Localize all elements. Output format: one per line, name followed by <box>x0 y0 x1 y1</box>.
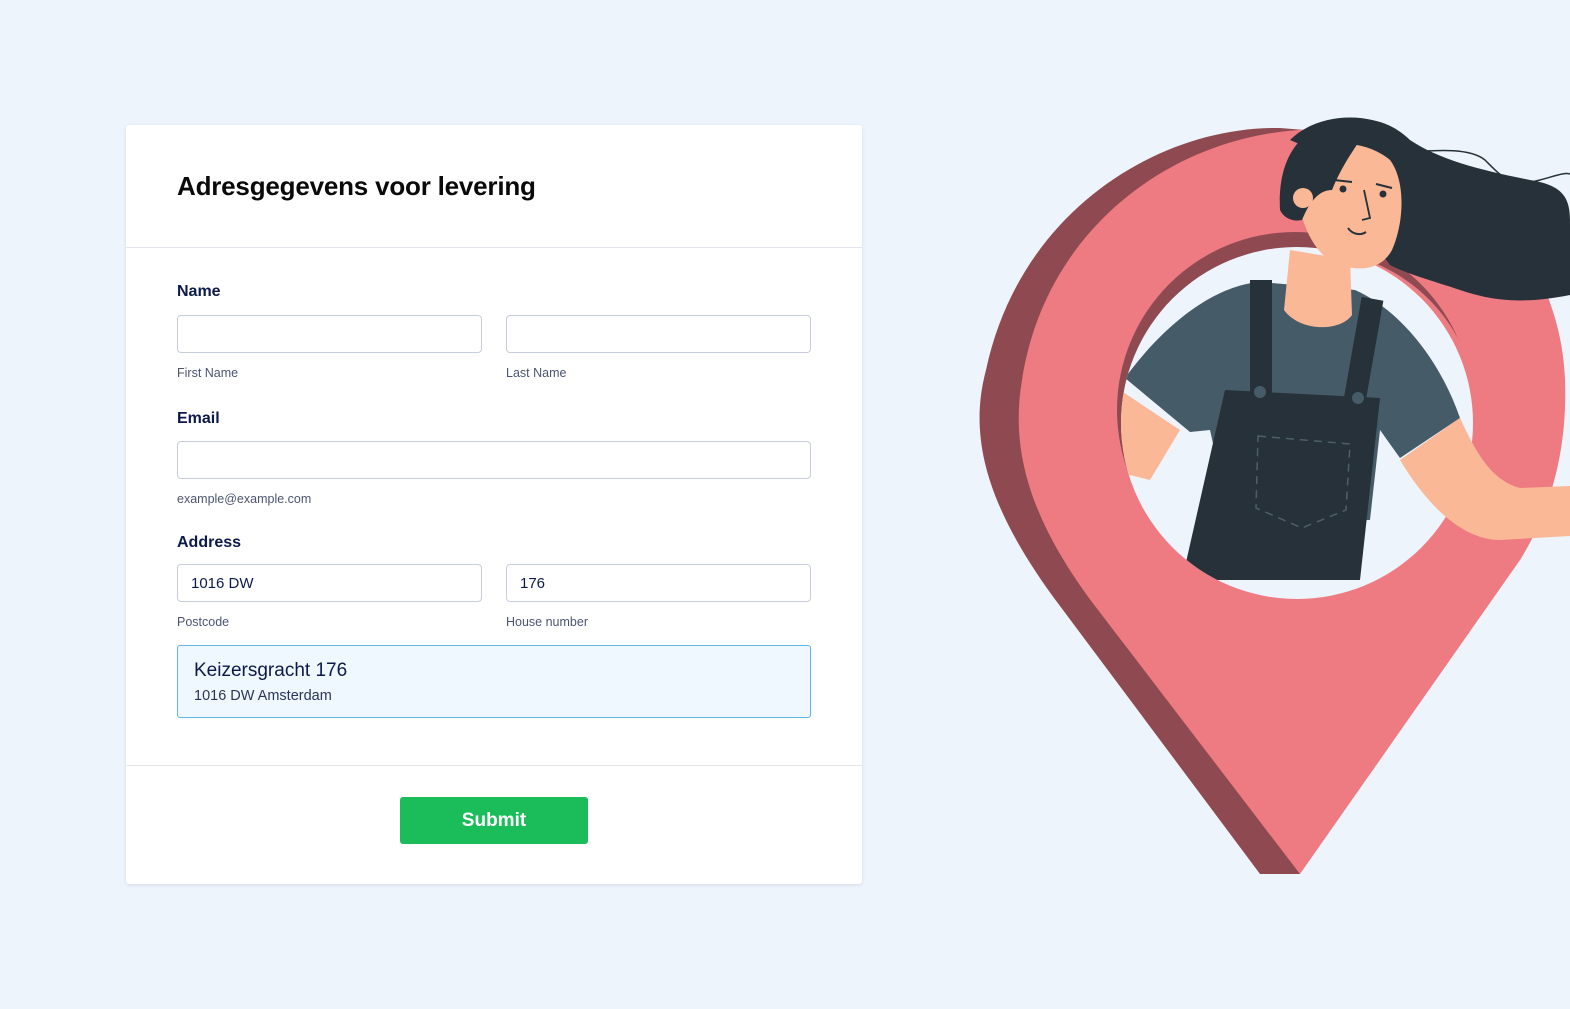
postcode-sublabel: Postcode <box>177 615 230 629</box>
last-name-input[interactable] <box>506 315 811 353</box>
email-sublabel: example@example.com <box>177 492 312 506</box>
form-header: Adresgegevens voor levering <box>126 125 862 248</box>
last-name-sublabel: Last Name <box>506 366 567 380</box>
form-footer: Submit <box>126 766 862 884</box>
house-number-sublabel: House number <box>506 615 588 629</box>
woman-eye-right <box>1379 190 1387 198</box>
first-name-input[interactable] <box>177 315 482 353</box>
woman-eye-left <box>1339 185 1347 193</box>
location-pin-illustration <box>979 117 1570 875</box>
postcode-input[interactable] <box>177 564 482 602</box>
name-label: Name <box>177 283 221 300</box>
form-card: Adresgegevens voor levering Name First N… <box>126 125 862 884</box>
submit-button[interactable]: Submit <box>400 797 588 844</box>
address-street: Keizersgracht 176 <box>194 660 348 681</box>
address-city-line: 1016 DW Amsterdam <box>194 688 332 704</box>
house-number-input[interactable] <box>506 564 811 602</box>
woman-ear <box>1293 188 1313 208</box>
address-result-box: Keizersgracht 176 1016 DW Amsterdam <box>177 645 811 718</box>
form-title: Adresgegevens voor levering <box>177 171 536 201</box>
email-input[interactable] <box>177 441 811 479</box>
form-body: Name First Name Last Name Email example@… <box>126 248 862 766</box>
email-label: Email <box>177 410 220 427</box>
page: Adresgegevens voor levering Name First N… <box>0 0 1570 1009</box>
address-label: Address <box>177 534 242 551</box>
first-name-sublabel: First Name <box>177 366 239 380</box>
